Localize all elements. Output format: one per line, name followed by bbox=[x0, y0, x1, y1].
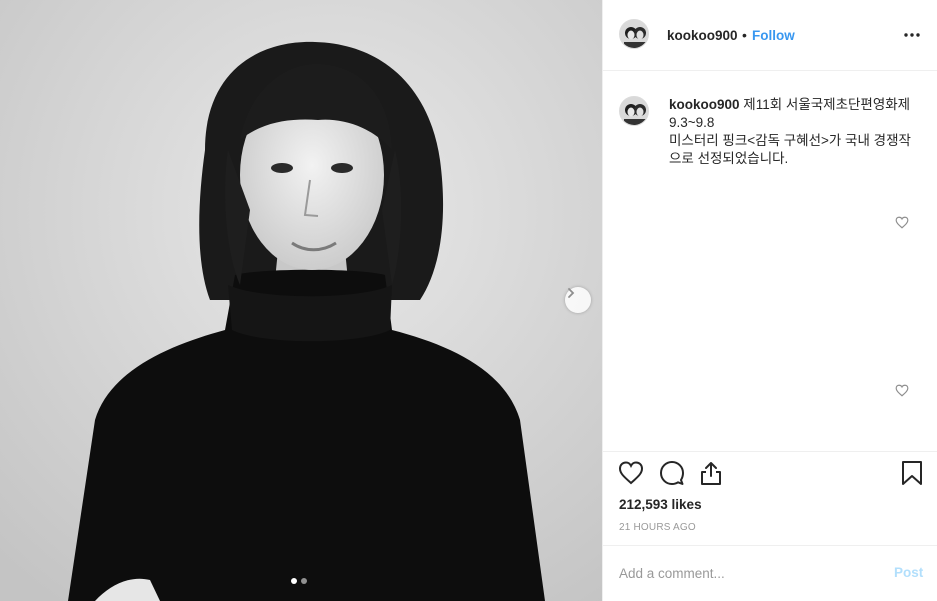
avatar-image bbox=[620, 20, 648, 48]
comment-like-heart-icon[interactable] bbox=[895, 216, 909, 229]
post-timestamp[interactable]: 21 HOURS AGO bbox=[619, 522, 696, 533]
avatar[interactable] bbox=[619, 19, 649, 49]
comment-like-heart-icon[interactable] bbox=[895, 384, 909, 397]
caption-avatar[interactable] bbox=[619, 96, 649, 126]
heart-icon[interactable] bbox=[618, 460, 644, 486]
portrait-image bbox=[0, 0, 602, 601]
add-comment-bar: Post bbox=[603, 545, 937, 601]
bookmark-icon[interactable] bbox=[899, 460, 925, 486]
carousel-dot bbox=[301, 578, 307, 584]
instagram-post-modal: kookoo900 • Follow kookoo900 제11회 서울국제초단… bbox=[0, 0, 937, 601]
comment-input[interactable] bbox=[619, 560, 869, 586]
likes-count[interactable]: 212,593 likes bbox=[619, 497, 702, 512]
header-username[interactable]: kookoo900 bbox=[667, 28, 738, 43]
follow-button[interactable]: Follow bbox=[752, 28, 795, 43]
post-photo bbox=[0, 0, 602, 601]
post-comment-button[interactable]: Post bbox=[894, 565, 923, 580]
avatar-image bbox=[620, 97, 648, 125]
more-options-icon[interactable] bbox=[903, 26, 921, 44]
chevron-right-icon bbox=[568, 288, 575, 298]
comments-section: kookoo900 제11회 서울국제초단편영화제 9.3~9.8 미스터리 핑… bbox=[603, 72, 937, 450]
post-header: kookoo900 • Follow bbox=[603, 0, 937, 71]
caption-username[interactable]: kookoo900 bbox=[669, 97, 740, 112]
post-side-panel: kookoo900 • Follow kookoo900 제11회 서울국제초단… bbox=[602, 0, 937, 601]
caption: kookoo900 제11회 서울국제초단편영화제 9.3~9.8 미스터리 핑… bbox=[669, 96, 919, 168]
share-icon[interactable] bbox=[698, 460, 724, 486]
carousel-next-button[interactable] bbox=[565, 287, 591, 313]
carousel-indicator bbox=[291, 578, 307, 584]
separator-dot: • bbox=[742, 27, 747, 43]
caption-line-2: 미스터리 핑크<감독 구혜선>가 국내 경쟁작으로 선정되었습니다. bbox=[669, 133, 911, 166]
comment-icon[interactable] bbox=[659, 460, 685, 486]
carousel-dot-active bbox=[291, 578, 297, 584]
